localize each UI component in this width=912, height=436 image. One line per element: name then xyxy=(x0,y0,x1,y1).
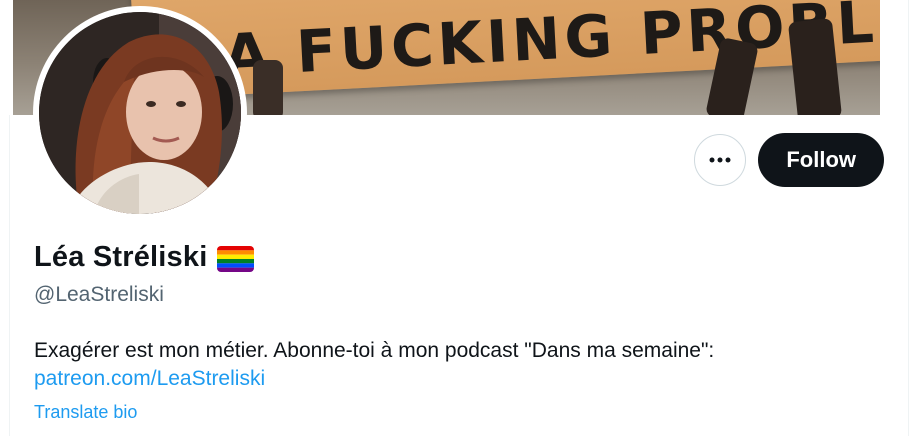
user-handle: @LeaStreliski xyxy=(34,283,164,306)
translate-bio-link[interactable]: Translate bio xyxy=(34,402,137,423)
profile-photo-illustration xyxy=(39,12,241,214)
right-border xyxy=(908,0,909,436)
left-border xyxy=(9,115,10,436)
profile-actions: Follow xyxy=(694,133,884,187)
display-name: Léa Stréliski xyxy=(34,241,208,273)
follow-button[interactable]: Follow xyxy=(758,133,884,187)
profile-header: A FUCKING PROBLEM Follow Léa Stréliski @… xyxy=(0,0,912,436)
profile-photo xyxy=(39,12,241,214)
more-options-button[interactable] xyxy=(694,134,747,186)
bio-link[interactable]: patreon.com/LeaStreliski xyxy=(34,367,265,391)
rainbow-flag-graphic xyxy=(217,245,255,272)
name-row: Léa Stréliski xyxy=(34,241,255,274)
avatar[interactable] xyxy=(33,6,247,220)
bio-text: Exagérer est mon métier. Abonne-toi à mo… xyxy=(34,339,715,362)
more-horizontal-icon xyxy=(709,157,731,163)
person-leg-far xyxy=(253,60,283,115)
rainbow-flag-icon xyxy=(217,245,255,272)
